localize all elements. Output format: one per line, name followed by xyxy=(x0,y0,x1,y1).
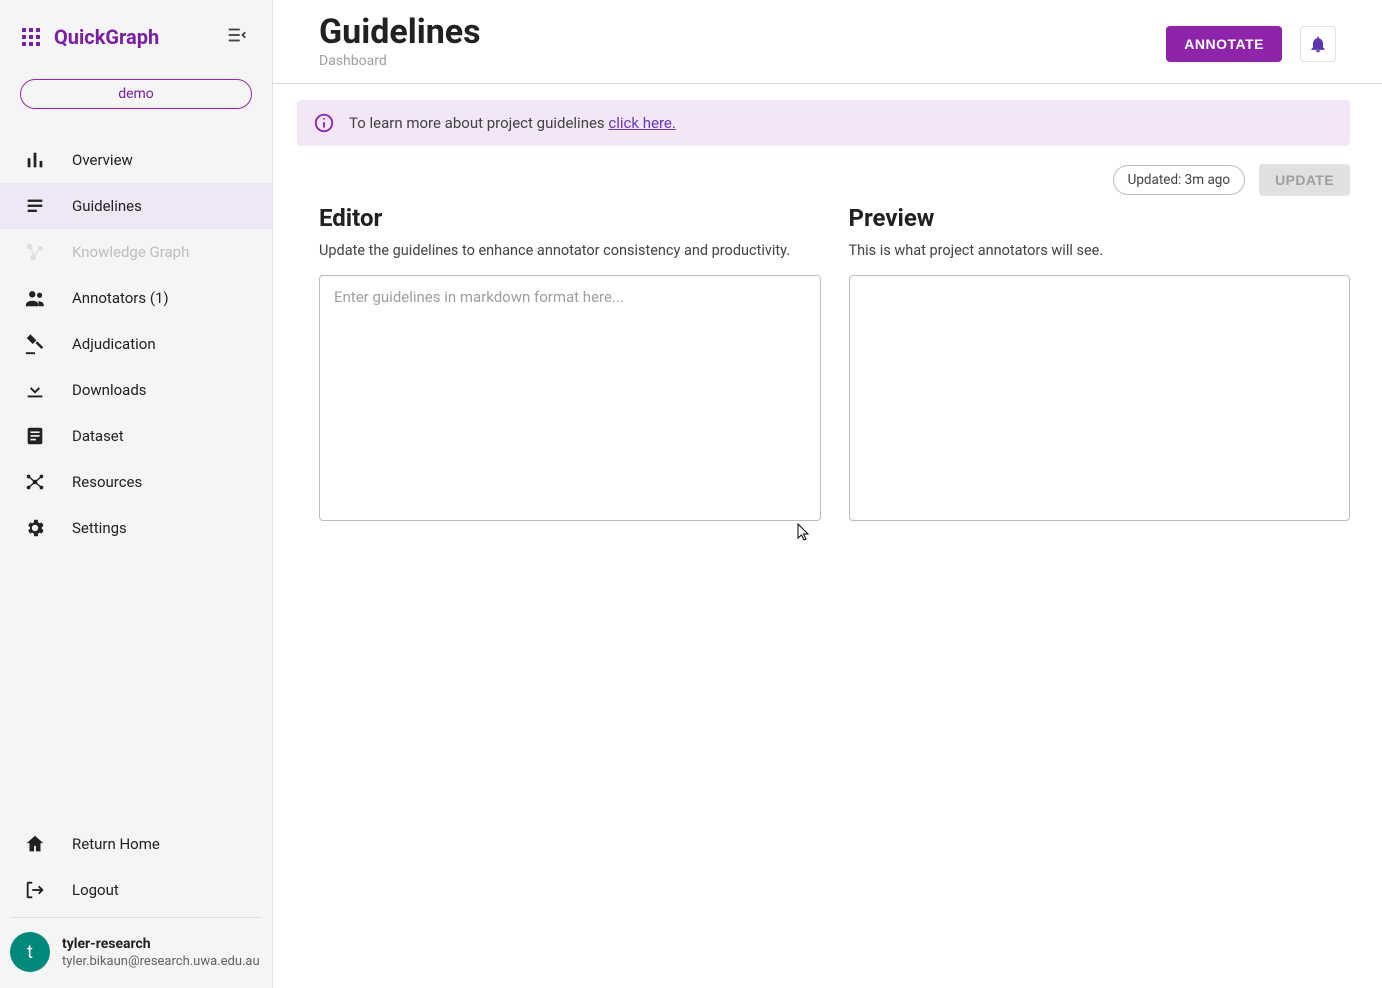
nav-item-knowledge-graph: Knowledge Graph xyxy=(0,229,272,275)
hub-icon xyxy=(24,471,46,493)
nav-item-downloads[interactable]: Downloads xyxy=(0,367,272,413)
page-header: Guidelines Dashboard ANNOTATE xyxy=(273,0,1382,84)
user-email: tyler.bikaun@research.uwa.edu.au xyxy=(62,954,260,969)
nav-label: Overview xyxy=(72,151,133,169)
nav-item-dataset[interactable]: Dataset xyxy=(0,413,272,459)
nav-label: Dataset xyxy=(72,427,124,445)
avatar: t xyxy=(10,932,50,972)
nav-label: Guidelines xyxy=(72,197,142,215)
updated-chip: Updated: 3m ago xyxy=(1113,165,1246,195)
nav-item-return-home[interactable]: Return Home xyxy=(0,821,272,867)
brand-name: QuickGraph xyxy=(54,25,159,49)
toolbar-row: Updated: 3m ago UPDATE xyxy=(297,164,1350,196)
user-block[interactable]: t tyler-research tyler.bikaun@research.u… xyxy=(0,918,272,988)
user-meta: tyler-research tyler.bikaun@research.uwa… xyxy=(62,936,260,969)
nav-item-logout[interactable]: Logout xyxy=(0,867,272,913)
editor-panel: Editor Update the guidelines to enhance … xyxy=(319,204,821,525)
bell-icon xyxy=(1308,34,1328,54)
nav-label: Resources xyxy=(72,473,142,491)
bar-chart-icon xyxy=(24,149,46,171)
notifications-button[interactable] xyxy=(1300,26,1336,62)
info-link[interactable]: click here. xyxy=(608,114,675,132)
preview-title: Preview xyxy=(849,204,1351,232)
brand-grid-icon xyxy=(22,28,40,46)
user-name: tyler-research xyxy=(62,936,260,952)
panels: Editor Update the guidelines to enhance … xyxy=(297,204,1350,525)
nav-item-adjudication[interactable]: Adjudication xyxy=(0,321,272,367)
editor-subtitle: Update the guidelines to enhance annotat… xyxy=(319,242,821,259)
annotate-button[interactable]: ANNOTATE xyxy=(1166,26,1282,62)
nav-item-annotators[interactable]: Annotators (1) xyxy=(0,275,272,321)
page-title: Guidelines xyxy=(319,12,481,53)
guidelines-preview-box xyxy=(849,275,1351,521)
people-icon xyxy=(24,287,46,309)
article-icon xyxy=(24,425,46,447)
nav-label: Annotators (1) xyxy=(72,289,169,307)
editor-title: Editor xyxy=(319,204,821,232)
nav-item-resources[interactable]: Resources xyxy=(0,459,272,505)
preview-panel: Preview This is what project annotators … xyxy=(849,204,1351,525)
gavel-icon xyxy=(24,333,46,355)
preview-subtitle: This is what project annotators will see… xyxy=(849,242,1351,259)
nav-item-overview[interactable]: Overview xyxy=(0,137,272,183)
sidebar-collapse-button[interactable] xyxy=(222,20,252,53)
header-actions: ANNOTATE xyxy=(1166,12,1336,62)
document-lines-icon xyxy=(24,195,46,217)
project-selector-chip[interactable]: demo xyxy=(20,79,252,109)
info-icon xyxy=(313,112,335,134)
sidebar-nav: Overview Guidelines Knowledge Graph Anno… xyxy=(0,137,272,821)
nav-label: Return Home xyxy=(72,835,160,853)
breadcrumb[interactable]: Dashboard xyxy=(319,53,481,69)
main: Guidelines Dashboard ANNOTATE To learn m… xyxy=(273,0,1382,988)
nav-label: Downloads xyxy=(72,381,147,399)
brand[interactable]: QuickGraph xyxy=(22,25,159,49)
update-button: UPDATE xyxy=(1259,164,1350,196)
logout-icon xyxy=(24,879,46,901)
graph-nodes-icon xyxy=(24,241,46,263)
sidebar-bottom: Return Home Logout t tyler-research tyle… xyxy=(0,821,272,988)
guidelines-editor-textarea[interactable] xyxy=(319,275,821,521)
content: To learn more about project guidelines c… xyxy=(273,84,1382,557)
gear-icon xyxy=(24,517,46,539)
nav-label: Adjudication xyxy=(72,335,156,353)
nav-item-settings[interactable]: Settings xyxy=(0,505,272,551)
sidebar-header: QuickGraph xyxy=(0,0,272,69)
menu-collapse-icon xyxy=(226,24,248,46)
nav-label: Settings xyxy=(72,519,127,537)
nav-item-guidelines[interactable]: Guidelines xyxy=(0,183,272,229)
sidebar: QuickGraph demo Overview Guidelines Know… xyxy=(0,0,273,988)
nav-label: Logout xyxy=(72,881,119,899)
nav-label: Knowledge Graph xyxy=(72,243,189,261)
home-icon xyxy=(24,833,46,855)
download-icon xyxy=(24,379,46,401)
info-banner: To learn more about project guidelines c… xyxy=(297,100,1350,146)
info-text: To learn more about project guidelines c… xyxy=(349,114,676,132)
